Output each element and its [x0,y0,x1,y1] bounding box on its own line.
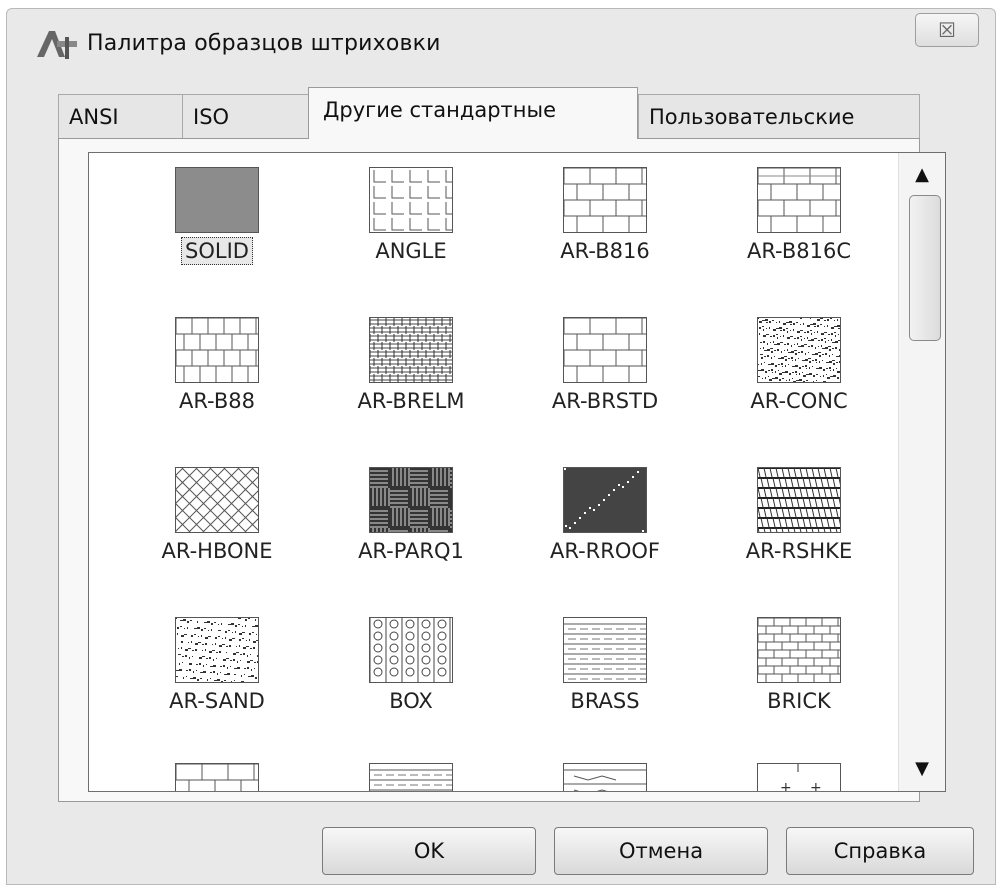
pattern-label: AR-B816 [513,239,697,263]
pattern-list[interactable]: SOLID ANGLE AR-B816 AR-B816C AR-B88 AR-BRELM A… [88,152,946,792]
pattern-name: AR-PARQ1 [358,539,464,563]
title-bar[interactable]: Палитра образцов штриховки ☒ [7,9,995,77]
scroll-up-button[interactable]: ▲ [899,155,945,195]
pattern-label: SOLID [125,237,309,265]
pattern-item[interactable] [513,755,703,791]
pattern-swatch [175,763,259,791]
pattern-item[interactable]: AR-BRELM [319,309,509,459]
pattern-swatch [175,317,259,383]
pattern-swatch [563,617,647,683]
pattern-swatch [757,467,841,533]
pattern-name: AR-B816 [560,239,650,263]
help-button[interactable]: Справка [786,827,974,875]
cancel-button[interactable]: Отмена [554,827,768,875]
pattern-label: AR-B88 [125,389,309,413]
pattern-item[interactable]: ANGLE [319,159,509,309]
scroll-thumb[interactable] [909,195,941,341]
pattern-label: AR-RROOF [513,539,697,563]
pattern-swatch [369,763,453,791]
pattern-name: BRICK [767,689,831,713]
pattern-item[interactable]: + + [707,755,897,792]
tab-other-standard[interactable]: Другие стандартные [308,87,638,139]
pattern-item[interactable]: SOLID [125,159,315,309]
pattern-item[interactable]: BOX [319,609,509,759]
pattern-swatch: + + [757,763,841,792]
pattern-swatch [563,167,647,233]
pattern-name: AR-BRELM [357,389,465,413]
pattern-swatch [369,317,453,383]
pattern-item[interactable]: BRASS [513,609,703,759]
pattern-name: AR-SAND [169,689,265,713]
pattern-item[interactable] [319,755,509,791]
autocad-icon [35,27,79,61]
pattern-name: AR-B88 [178,389,256,413]
pattern-label: BRICK [707,689,891,713]
dialog-title: Палитра образцов штриховки [87,31,441,56]
pattern-label: AR-BRSTD [513,389,697,413]
tab-strip: ANSI ISO Другие стандартные Пользователь… [58,87,920,139]
pattern-item[interactable]: AR-RROOF [513,459,703,609]
vertical-scrollbar[interactable]: ▲ ▼ [898,153,945,791]
pattern-label: BOX [319,689,503,713]
pattern-swatch [369,617,453,683]
pattern-item[interactable]: AR-PARQ1 [319,459,509,609]
arrow-down-icon: ▼ [915,758,929,779]
pattern-item[interactable]: AR-CONC [707,309,897,459]
pattern-name: ANGLE [375,239,447,263]
ok-button[interactable]: OK [322,827,536,875]
pattern-label: AR-B816C [707,239,891,263]
tab-custom[interactable]: Пользовательские [638,94,920,138]
pattern-name: AR-RSHKE [745,539,853,563]
pattern-item[interactable]: AR-B816 [513,159,703,309]
pattern-swatch [369,167,453,233]
pattern-swatch [175,467,259,533]
pattern-swatch [563,763,647,791]
pattern-swatch [757,317,841,383]
svg-text:+: + [810,780,822,792]
svg-text:+: + [780,780,792,792]
pattern-label: AR-PARQ1 [319,539,503,563]
pattern-label: ANGLE [319,239,503,263]
pattern-name: BOX [389,689,433,713]
pattern-name: AR-BRSTD [551,389,659,413]
pattern-name: AR-CONC [750,389,848,413]
pattern-swatch [757,617,841,683]
pattern-name: BRASS [570,689,640,713]
pattern-swatch [369,467,453,533]
pattern-item[interactable] [125,755,315,791]
pattern-swatch [563,317,647,383]
pattern-swatch [563,467,647,533]
close-button[interactable]: ☒ [915,13,979,47]
pattern-item[interactable]: AR-B88 [125,309,315,459]
tab-ansi[interactable]: ANSI [58,94,184,138]
pattern-label: AR-HBONE [125,539,309,563]
pattern-swatch [175,617,259,683]
pattern-label: AR-CONC [707,389,891,413]
pattern-item[interactable]: AR-BRSTD [513,309,703,459]
pattern-name: AR-HBONE [161,539,273,563]
pattern-label: AR-SAND [125,689,309,713]
arrow-up-icon: ▲ [915,164,929,185]
tab-iso[interactable]: ISO [182,94,310,138]
pattern-label: AR-BRELM [319,389,503,413]
pattern-swatch [175,167,259,233]
pattern-item[interactable]: AR-SAND [125,609,315,759]
pattern-label: BRASS [513,689,697,713]
pattern-swatch [757,167,841,233]
pattern-item[interactable]: BRICK [707,609,897,759]
pattern-name: AR-RROOF [549,539,660,563]
pattern-name: SOLID [181,237,253,265]
pattern-name: AR-B816C [746,239,852,263]
pattern-item[interactable]: AR-HBONE [125,459,315,609]
pattern-item[interactable]: AR-RSHKE [707,459,897,609]
scroll-down-button[interactable]: ▼ [899,749,945,789]
close-icon: ☒ [938,18,956,42]
pattern-label: AR-RSHKE [707,539,891,563]
pattern-item[interactable]: AR-B816C [707,159,897,309]
